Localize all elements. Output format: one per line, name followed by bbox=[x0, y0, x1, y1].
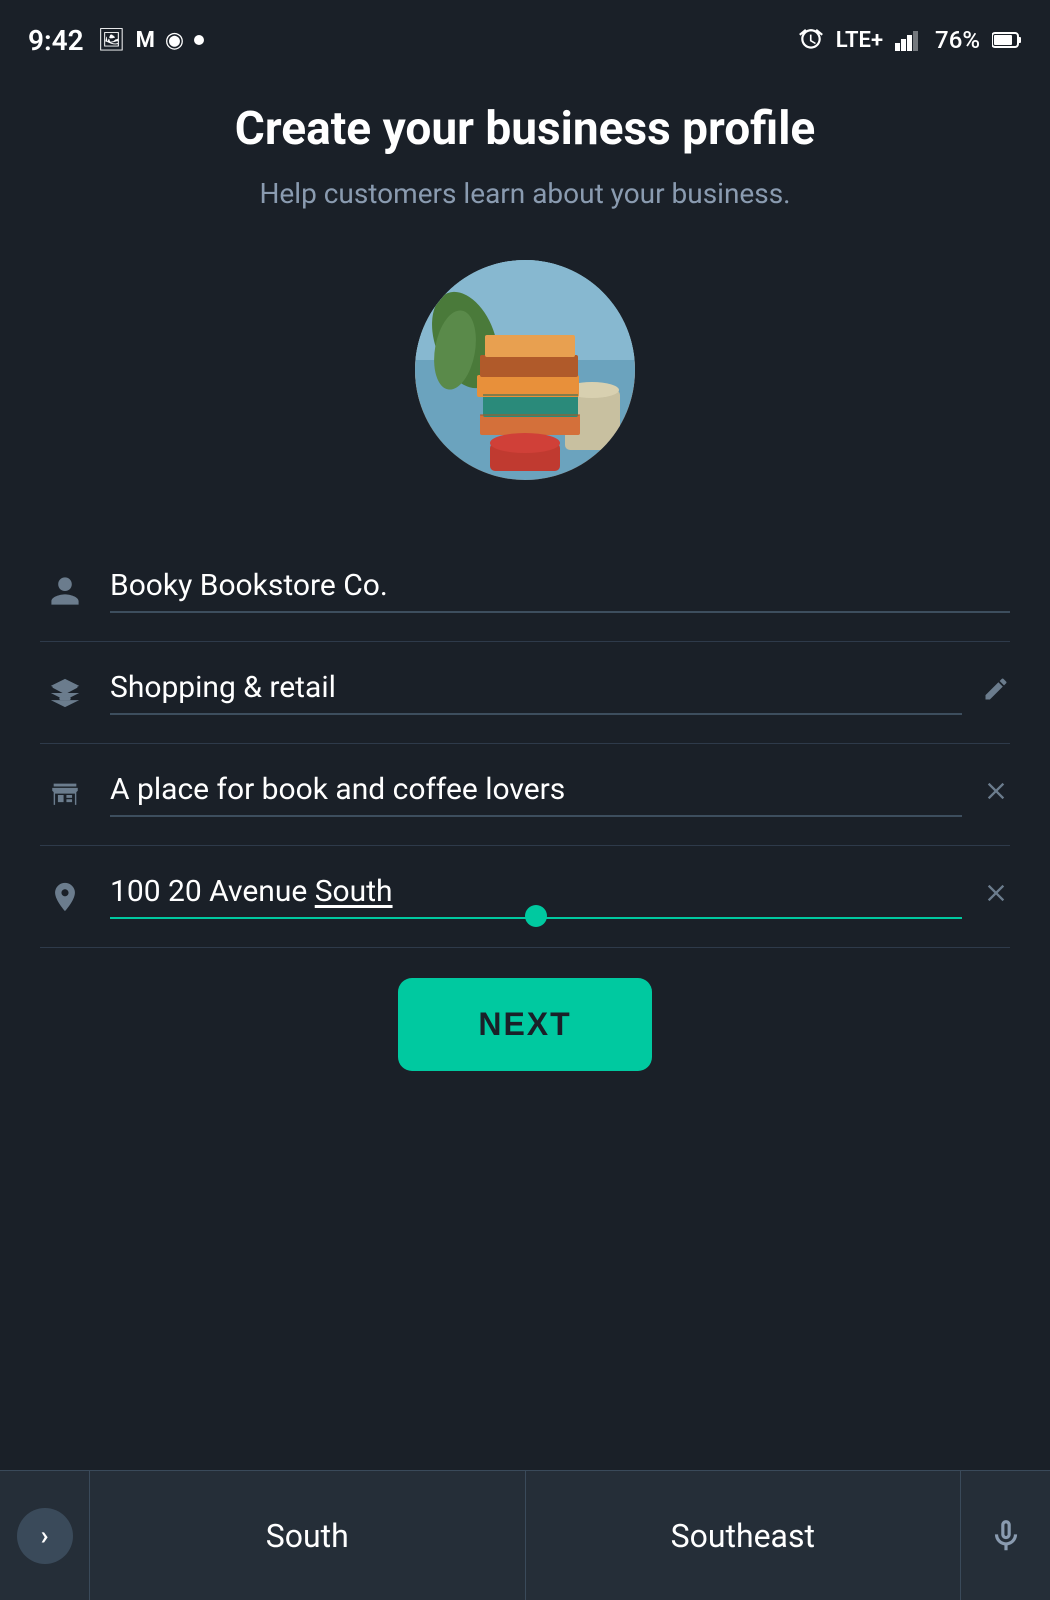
notification-dot bbox=[194, 35, 204, 45]
instagram-icon: ◉ bbox=[165, 28, 184, 53]
category-underline bbox=[110, 713, 962, 715]
business-name-field[interactable]: Booky Bookstore Co. bbox=[40, 540, 1010, 642]
form-section: Booky Bookstore Co. Shopping & retail bbox=[40, 540, 1010, 948]
description-clear-icon[interactable] bbox=[982, 777, 1010, 812]
description-field[interactable]: A place for book and coffee lovers bbox=[40, 744, 1010, 846]
status-icons: 🖼 M ◉ bbox=[98, 28, 204, 53]
avatar[interactable] bbox=[415, 260, 635, 480]
keyboard-suggestions-bar: › South Southeast bbox=[0, 1470, 1050, 1600]
image-icon: 🖼 bbox=[98, 28, 126, 53]
suggestion-south[interactable]: South bbox=[90, 1471, 526, 1600]
signal-icon bbox=[895, 29, 923, 51]
address-text-underlined: South bbox=[315, 874, 393, 909]
mic-button[interactable] bbox=[960, 1471, 1050, 1600]
avatar-container[interactable] bbox=[40, 260, 1010, 480]
suggestions-list: South Southeast bbox=[90, 1471, 960, 1600]
person-icon bbox=[40, 574, 90, 608]
page-title: Create your business profile bbox=[40, 102, 1010, 157]
next-button[interactable]: NEXT bbox=[398, 978, 651, 1071]
address-value: 100 20 Avenue South bbox=[110, 874, 962, 909]
category-icon bbox=[40, 676, 90, 710]
description-underline bbox=[110, 815, 962, 817]
main-content: Create your business profile Help custom… bbox=[0, 72, 1050, 1071]
address-text-plain: 100 20 Avenue bbox=[110, 874, 315, 909]
category-edit-icon[interactable] bbox=[982, 675, 1010, 710]
address-content: 100 20 Avenue South bbox=[110, 874, 962, 919]
alarm-icon bbox=[798, 27, 824, 53]
network-indicator: LTE+ bbox=[836, 28, 883, 53]
status-right: LTE+ 76% bbox=[798, 26, 1022, 54]
cursor-indicator bbox=[525, 905, 547, 927]
next-button-container: NEXT bbox=[40, 978, 1010, 1071]
store-icon bbox=[40, 778, 90, 812]
category-content: Shopping & retail bbox=[110, 670, 962, 715]
business-name-value: Booky Bookstore Co. bbox=[110, 568, 1010, 603]
description-value: A place for book and coffee lovers bbox=[110, 772, 962, 807]
page-subtitle: Help customers learn about your business… bbox=[40, 177, 1010, 210]
status-left: 9:42 🖼 M ◉ bbox=[28, 24, 204, 57]
battery-level: 76% bbox=[935, 26, 980, 54]
status-bar: 9:42 🖼 M ◉ LTE+ 76% bbox=[0, 0, 1050, 72]
address-underline-container bbox=[110, 917, 962, 919]
location-icon bbox=[40, 880, 90, 914]
category-value: Shopping & retail bbox=[110, 670, 962, 705]
status-time: 9:42 bbox=[28, 24, 84, 57]
category-field[interactable]: Shopping & retail bbox=[40, 642, 1010, 744]
expand-button[interactable]: › bbox=[17, 1508, 73, 1564]
expand-icon: › bbox=[41, 1521, 49, 1551]
address-clear-icon[interactable] bbox=[982, 879, 1010, 914]
microphone-icon bbox=[987, 1517, 1025, 1555]
address-field[interactable]: 100 20 Avenue South bbox=[40, 846, 1010, 948]
battery-icon bbox=[992, 31, 1022, 49]
business-name-underline bbox=[110, 611, 1010, 613]
business-name-content: Booky Bookstore Co. bbox=[110, 568, 1010, 613]
avatar-image bbox=[415, 260, 635, 480]
mail-icon: M bbox=[136, 28, 155, 53]
suggestion-expand[interactable]: › bbox=[0, 1471, 90, 1600]
suggestion-southeast[interactable]: Southeast bbox=[526, 1471, 961, 1600]
description-content: A place for book and coffee lovers bbox=[110, 772, 962, 817]
